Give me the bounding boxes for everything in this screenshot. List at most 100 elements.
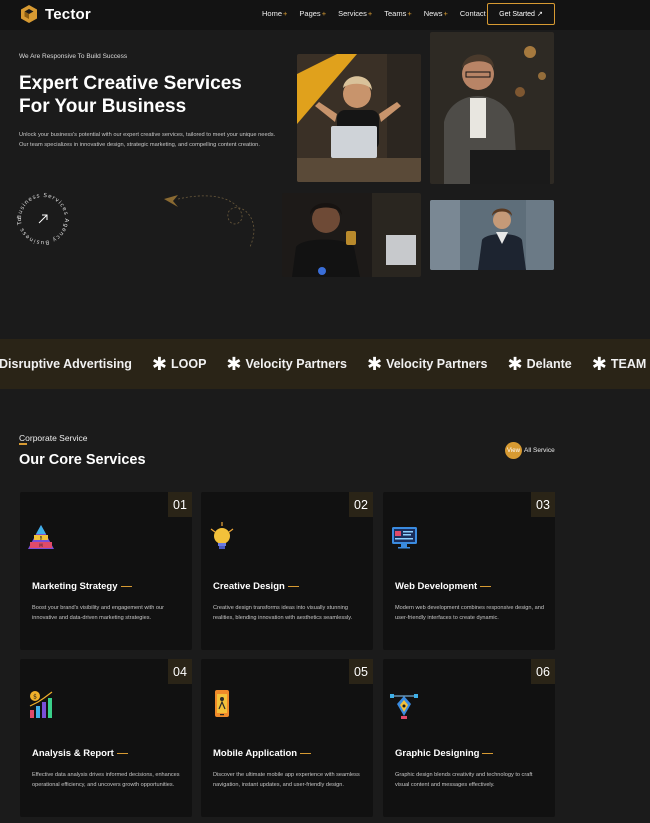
nav-home-label: Home <box>262 9 283 18</box>
hero-title: Expert Creative Services For Your Busine… <box>19 72 289 118</box>
nav-services[interactable]: Services+ <box>338 9 372 18</box>
card-title: Graphic Designing <box>395 748 494 759</box>
pyramid-icon: B M <box>28 525 54 549</box>
site-header: Tector Home+ Pages+ Services+ Teams+ New… <box>0 0 650 30</box>
arrow-up-right-icon: ↗ <box>536 11 543 18</box>
card-number: 04 <box>168 659 192 684</box>
svg-text:B: B <box>40 536 43 541</box>
card-text: Graphic design blends creativity and tec… <box>395 772 533 788</box>
nav-news-label: News <box>423 9 443 18</box>
title-dash <box>120 585 132 588</box>
get-started-button[interactable]: Get Started ↗ <box>487 3 555 25</box>
badge-text: Business Services Agency Business Tools <box>14 190 68 245</box>
nav-pages[interactable]: Pages+ <box>299 9 326 18</box>
view-dot: View <box>505 442 522 459</box>
services-eyebrow: Corporate Service <box>19 433 88 443</box>
title-dash <box>287 585 299 588</box>
hero-title-line2: For Your Business <box>19 96 187 117</box>
view-all-services-link[interactable]: View All Service <box>505 442 555 459</box>
bar-chart-icon: $ <box>29 691 53 718</box>
asterisk-icon: ✱ <box>226 353 242 374</box>
get-started-label: Get Started <box>499 10 535 18</box>
eyebrow-underline <box>19 443 27 445</box>
photo-man-glasses-laptop <box>430 32 554 184</box>
nav-services-label: Services <box>338 9 367 18</box>
smartphone-icon <box>215 690 229 717</box>
service-card-mobile-application[interactable]: 05 Mobile Application Discover the ultim… <box>201 659 373 817</box>
card-title-text: Graphic Designing <box>395 748 480 759</box>
monitor-icon <box>392 527 417 549</box>
card-number: 01 <box>168 492 192 517</box>
view-all-prefix: View <box>507 447 520 454</box>
title-dash <box>300 752 312 755</box>
brand-delante: ✱ Delante <box>488 354 572 375</box>
service-card-analysis-report[interactable]: 04 $ Analysis & Report Effective data an… <box>20 659 192 817</box>
asterisk-icon: ✱ <box>591 353 607 374</box>
circular-badge[interactable]: Business Services Agency Business Tools <box>14 190 72 248</box>
card-number: 05 <box>349 659 373 684</box>
svg-text:M: M <box>39 543 43 548</box>
brand-loop: ✱ LOOP <box>132 354 207 375</box>
nav-news[interactable]: News+ <box>424 9 448 18</box>
service-card-marketing-strategy[interactable]: 01 B M Marketing Strategy Boost your bra… <box>20 492 192 650</box>
brand-label: Disruptive Advertising <box>0 357 132 371</box>
title-dash <box>480 585 492 588</box>
services-title: Our Core Services <box>19 452 146 468</box>
card-title-text: Creative Design <box>213 581 285 592</box>
photo-man-suit <box>430 200 554 270</box>
hero-description: Unlock your business's potential with ou… <box>19 132 276 148</box>
hero-title-line1: Expert Creative Services <box>19 73 242 94</box>
asterisk-icon: ✱ <box>366 353 383 374</box>
card-title-text: Web Development <box>395 581 478 592</box>
arrow-up-right-icon <box>38 214 48 224</box>
brand-label: Velocity Partners <box>245 357 347 371</box>
photo-man-coffee <box>282 193 421 277</box>
main-nav: Home+ Pages+ Services+ Teams+ News+ Cont… <box>262 9 498 18</box>
photo-woman-laptop <box>297 54 421 182</box>
card-title: Marketing Strategy <box>32 581 132 592</box>
card-text: Modern web development combines responsi… <box>395 605 544 621</box>
logo-icon <box>21 5 37 23</box>
title-dash <box>116 752 128 755</box>
lightbulb-icon <box>210 522 234 549</box>
svg-text:Business Services Agency Busin: Business Services Agency Business Tools <box>14 190 69 245</box>
nav-home[interactable]: Home+ <box>262 9 287 18</box>
brand-marquee: Disruptive Advertising ✱ LOOP ✱ Velocity P… <box>0 339 650 389</box>
nav-pages-plus: + <box>321 9 327 18</box>
nav-teams-plus: + <box>407 9 412 18</box>
card-title: Analysis & Report <box>32 748 128 759</box>
brand-team-lewis: ✱TEAM LEWIS <box>572 354 650 375</box>
service-card-graphic-designing[interactable]: 06 Graphic Designing Graphic design blen… <box>383 659 555 817</box>
brand-velocity-partners-2: ✱ Velocity Partners <box>347 354 488 375</box>
brand-label: Delante <box>526 357 572 371</box>
brand-disruptive-advertising: Disruptive Advertising <box>0 357 132 371</box>
service-card-creative-design[interactable]: 02 Creative Design Creative design trans… <box>201 492 373 650</box>
nav-news-plus: + <box>443 9 448 18</box>
nav-contact-label: Contact <box>459 9 486 18</box>
nav-contact[interactable]: Contact <box>460 9 486 18</box>
card-text: Boost your brand's visibility and engage… <box>32 605 164 621</box>
service-card-web-development[interactable]: 03 Web Development Modern web developmen… <box>383 492 555 650</box>
asterisk-icon: ✱ <box>151 353 167 374</box>
brand-label: LOOP <box>171 357 207 371</box>
card-title-text: Mobile Application <box>213 748 298 759</box>
logo[interactable]: Tector <box>19 4 91 24</box>
nav-services-plus: + <box>367 9 373 18</box>
hero-eyebrow: We Are Responsive To Build Success <box>19 53 128 60</box>
card-text: Creative design transforms ideas into vi… <box>213 605 353 621</box>
card-number: 03 <box>531 492 555 517</box>
card-title: Mobile Application <box>213 748 312 759</box>
brand-velocity-partners: ✱ Velocity Partners <box>206 354 347 375</box>
brand-name: Tector <box>45 5 91 23</box>
paper-plane-decoration <box>164 195 255 248</box>
nav-teams-label: Teams <box>384 9 407 18</box>
card-number: 06 <box>531 659 555 684</box>
title-dash <box>482 752 494 755</box>
card-number: 02 <box>349 492 373 517</box>
svg-text:$: $ <box>33 694 37 701</box>
brand-label: TEAM LEWIS <box>610 357 650 371</box>
view-all-label: All Service <box>524 447 555 454</box>
nav-teams[interactable]: Teams+ <box>384 9 411 18</box>
brand-label: Velocity Partners <box>386 357 488 371</box>
card-title: Web Development <box>395 581 492 592</box>
